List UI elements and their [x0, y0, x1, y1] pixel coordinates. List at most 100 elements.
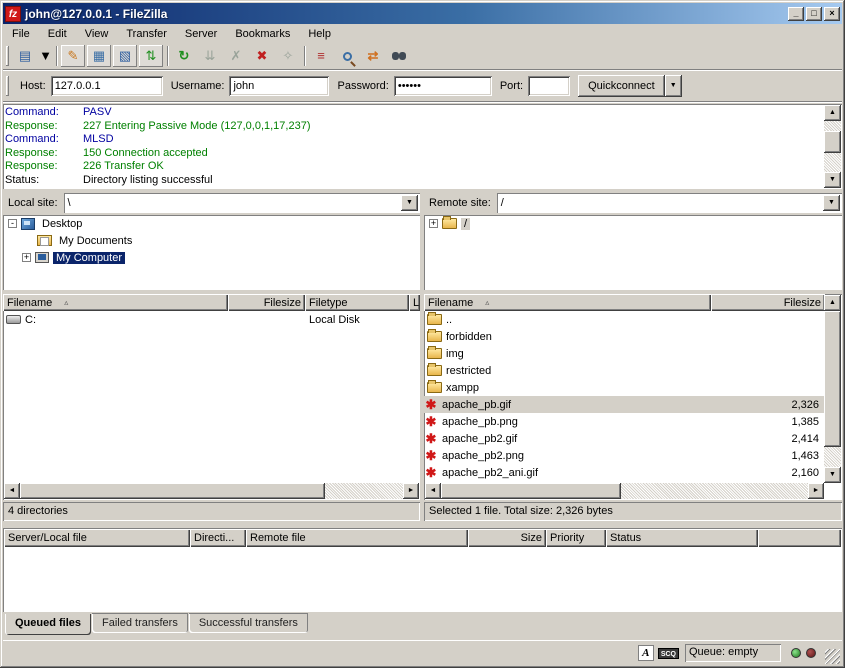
file-row[interactable]: xampp — [424, 379, 825, 396]
remote-vertical-scrollbar[interactable]: ▲ ▼ — [824, 295, 841, 483]
password-input[interactable] — [394, 76, 492, 96]
directory-comparison-button[interactable] — [335, 45, 359, 67]
host-input[interactable] — [51, 76, 163, 96]
quickconnect-button[interactable]: Quickconnect — [578, 75, 665, 97]
column-last-modified[interactable]: L — [409, 294, 420, 311]
reconnect-button[interactable]: ✧ — [276, 45, 300, 67]
resize-grip[interactable] — [825, 649, 840, 664]
remote-tree[interactable]: + / — [424, 215, 842, 290]
file-row[interactable]: ✱ apache_pb2.png 1,463 — [424, 447, 825, 464]
tab-successful-transfers[interactable]: Successful transfers — [189, 613, 308, 633]
toggle-local-tree-button[interactable]: ▦ — [87, 45, 111, 67]
scroll-left-button[interactable]: ◄ — [425, 483, 441, 499]
column-server-local-file[interactable]: Server/Local file — [4, 529, 190, 547]
minimize-button[interactable]: _ — [788, 7, 804, 21]
toolbar-grip[interactable] — [6, 46, 9, 66]
quickconnect-dropdown[interactable]: ▼ — [665, 75, 682, 97]
column-direction[interactable]: Directi... — [190, 529, 246, 547]
site-manager-icon: ▤ — [19, 48, 31, 64]
scroll-thumb[interactable] — [20, 483, 325, 499]
expand-icon[interactable]: + — [22, 253, 31, 262]
tree-item-my-computer[interactable]: + My Computer — [3, 249, 420, 266]
file-row[interactable]: img — [424, 345, 825, 362]
local-horizontal-scrollbar[interactable]: ◄ ► — [4, 483, 419, 499]
column-size[interactable]: Size — [468, 529, 546, 547]
remote-pane: Remote site: / ▼ + / Filename ▵ Filesize — [424, 191, 842, 521]
scroll-up-button[interactable]: ▲ — [824, 295, 841, 311]
process-queue-button[interactable]: ⇊ — [198, 45, 222, 67]
tree-item-my-documents[interactable]: My Documents — [3, 232, 420, 249]
filters-button[interactable]: ≡ — [309, 45, 333, 67]
scroll-thumb[interactable] — [441, 483, 621, 499]
collapse-icon[interactable]: - — [8, 219, 17, 228]
quickconnect-grip[interactable] — [6, 76, 9, 96]
close-button[interactable]: × — [824, 7, 840, 21]
menu-transfer[interactable]: Transfer — [117, 26, 176, 42]
remote-site-value: / — [497, 197, 823, 209]
scroll-right-button[interactable]: ► — [808, 483, 824, 499]
scroll-down-button[interactable]: ▼ — [824, 467, 841, 483]
toggle-remote-tree-button[interactable]: ▧ — [113, 45, 137, 67]
column-priority[interactable]: Priority — [546, 529, 606, 547]
column-remote-file[interactable]: Remote file — [246, 529, 468, 547]
title-bar[interactable]: fz john@127.0.0.1 - FileZilla _ □ × — [3, 3, 842, 24]
scroll-right-button[interactable]: ► — [403, 483, 419, 499]
disconnect-button[interactable]: ✖ — [250, 45, 274, 67]
column-filesize[interactable]: Filesize — [228, 294, 305, 311]
port-input[interactable] — [528, 76, 570, 96]
menu-bookmarks[interactable]: Bookmarks — [226, 26, 299, 42]
column-filename[interactable]: Filename ▵ — [424, 294, 711, 311]
activity-led-green — [791, 648, 801, 658]
log-scrollbar[interactable]: ▲ ▼ — [824, 105, 841, 188]
scroll-up-button[interactable]: ▲ — [824, 105, 841, 121]
synchronized-browsing-button[interactable]: ⇄ — [361, 45, 385, 67]
tree-item-root[interactable]: + / — [424, 215, 842, 232]
refresh-button[interactable]: ↻ — [172, 45, 196, 67]
local-file-list[interactable]: Filename ▵ Filesize Filetype L C: Local … — [3, 294, 420, 500]
remote-site-combo[interactable]: / ▼ — [497, 193, 842, 213]
toggle-queue-button[interactable]: ⇅ — [139, 45, 163, 67]
transfer-queue[interactable]: Server/Local file Directi... Remote file… — [3, 528, 842, 612]
scroll-left-button[interactable]: ◄ — [4, 483, 20, 499]
column-status[interactable]: Status — [606, 529, 758, 547]
remote-horizontal-scrollbar[interactable]: ◄ ► — [425, 483, 824, 499]
site-manager-button[interactable]: ▤ — [13, 45, 37, 67]
file-row[interactable]: ✱ apache_pb.png 1,385 — [424, 413, 825, 430]
maximize-button[interactable]: □ — [806, 7, 822, 21]
tab-failed-transfers[interactable]: Failed transfers — [92, 613, 188, 633]
username-input[interactable] — [229, 76, 329, 96]
file-row[interactable]: ✱ apache_pb2.gif 2,414 — [424, 430, 825, 447]
find-files-button[interactable] — [387, 45, 411, 67]
chevron-down-icon[interactable]: ▼ — [823, 195, 840, 211]
column-filesize[interactable]: Filesize — [711, 294, 825, 311]
file-row[interactable]: ✱ apache_pb2_ani.gif 2,160 — [424, 464, 825, 481]
file-row[interactable]: restricted — [424, 362, 825, 379]
local-tree[interactable]: - Desktop My Documents + My Computer — [3, 215, 420, 290]
menu-view[interactable]: View — [76, 26, 118, 42]
file-row[interactable]: .. — [424, 311, 825, 328]
column-filetype[interactable]: Filetype — [305, 294, 409, 311]
message-log[interactable]: Command:PASV Response:227 Entering Passi… — [3, 104, 842, 189]
local-site-combo[interactable]: \ ▼ — [64, 193, 420, 213]
menu-server[interactable]: Server — [176, 26, 226, 42]
local-pane: Local site: \ ▼ - Desktop My Documents +… — [3, 191, 420, 521]
file-row-selected[interactable]: ✱ apache_pb.gif 2,326 — [424, 396, 825, 413]
scroll-down-button[interactable]: ▼ — [824, 172, 841, 188]
menu-file[interactable]: File — [3, 26, 39, 42]
site-manager-dropdown[interactable]: ▼ — [39, 45, 52, 67]
chevron-down-icon[interactable]: ▼ — [401, 195, 418, 211]
toggle-message-log-button[interactable]: ✎ — [61, 45, 85, 67]
remote-file-list[interactable]: Filename ▵ Filesize .. forbidden — [424, 294, 842, 500]
file-row[interactable]: forbidden — [424, 328, 825, 345]
scroll-thumb[interactable] — [824, 131, 841, 153]
chevron-down-icon: ▼ — [670, 82, 677, 89]
menu-edit[interactable]: Edit — [39, 26, 76, 42]
cancel-button[interactable]: ✗ — [224, 45, 248, 67]
tab-queued-files[interactable]: Queued files — [5, 613, 91, 635]
scroll-thumb[interactable] — [824, 311, 841, 447]
expand-icon[interactable]: + — [429, 219, 438, 228]
tree-item-desktop[interactable]: - Desktop — [3, 215, 420, 232]
file-row-c-drive[interactable]: C: Local Disk — [3, 311, 420, 328]
menu-help[interactable]: Help — [299, 26, 340, 42]
column-filename[interactable]: Filename ▵ — [3, 294, 228, 311]
